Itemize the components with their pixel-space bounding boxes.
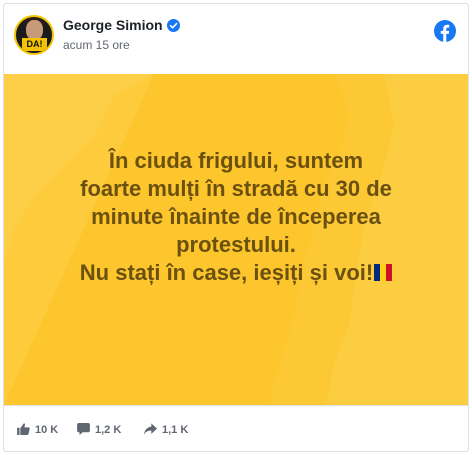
post-stats-bar: 10 K 1,2 K 1,1 K	[4, 405, 468, 451]
like-icon	[17, 423, 30, 435]
post-line-2: foarte mulți în stradă cu 30 de	[80, 176, 392, 201]
post-timestamp[interactable]: acum 15 ore	[63, 38, 130, 52]
post-line-4: protestului.	[176, 232, 296, 257]
facebook-logo-icon[interactable]	[434, 20, 456, 42]
verified-badge-icon	[166, 19, 180, 32]
shares-count: 1,1 K	[162, 424, 189, 436]
post-card: DA! George Simion acum 15 ore În ciuda f…	[3, 3, 469, 452]
comments-stat[interactable]: 1,2 K	[77, 423, 121, 436]
shares-stat[interactable]: 1,1 K	[144, 423, 188, 436]
author-name[interactable]: George Simion	[63, 17, 163, 33]
post-line-3: minute înainte de începerea	[91, 204, 381, 229]
post-image[interactable]: În ciuda frigului, suntem foarte mulți î…	[4, 74, 468, 405]
romanian-flag-icon	[374, 260, 393, 281]
post-line-5: Nu stați în case, ieșiți și voi!	[79, 260, 374, 285]
author-avatar[interactable]: DA!	[14, 15, 54, 55]
post-line-1: În ciuda frigului, suntem	[108, 148, 364, 173]
post-line-5-row: Nu stați în case, ieșiți și voi!	[4, 259, 468, 287]
likes-stat[interactable]: 10 K	[17, 423, 58, 436]
share-icon	[144, 423, 157, 435]
comments-count: 1,2 K	[95, 424, 122, 436]
likes-count: 10 K	[35, 424, 59, 436]
avatar-face	[26, 20, 43, 40]
comment-icon	[77, 423, 90, 435]
author-name-row[interactable]: George Simion	[63, 17, 180, 33]
post-message: În ciuda frigului, suntem foarte mulți î…	[4, 147, 468, 287]
post-header: DA! George Simion acum 15 ore	[4, 4, 468, 74]
avatar-badge: DA!	[22, 38, 47, 51]
